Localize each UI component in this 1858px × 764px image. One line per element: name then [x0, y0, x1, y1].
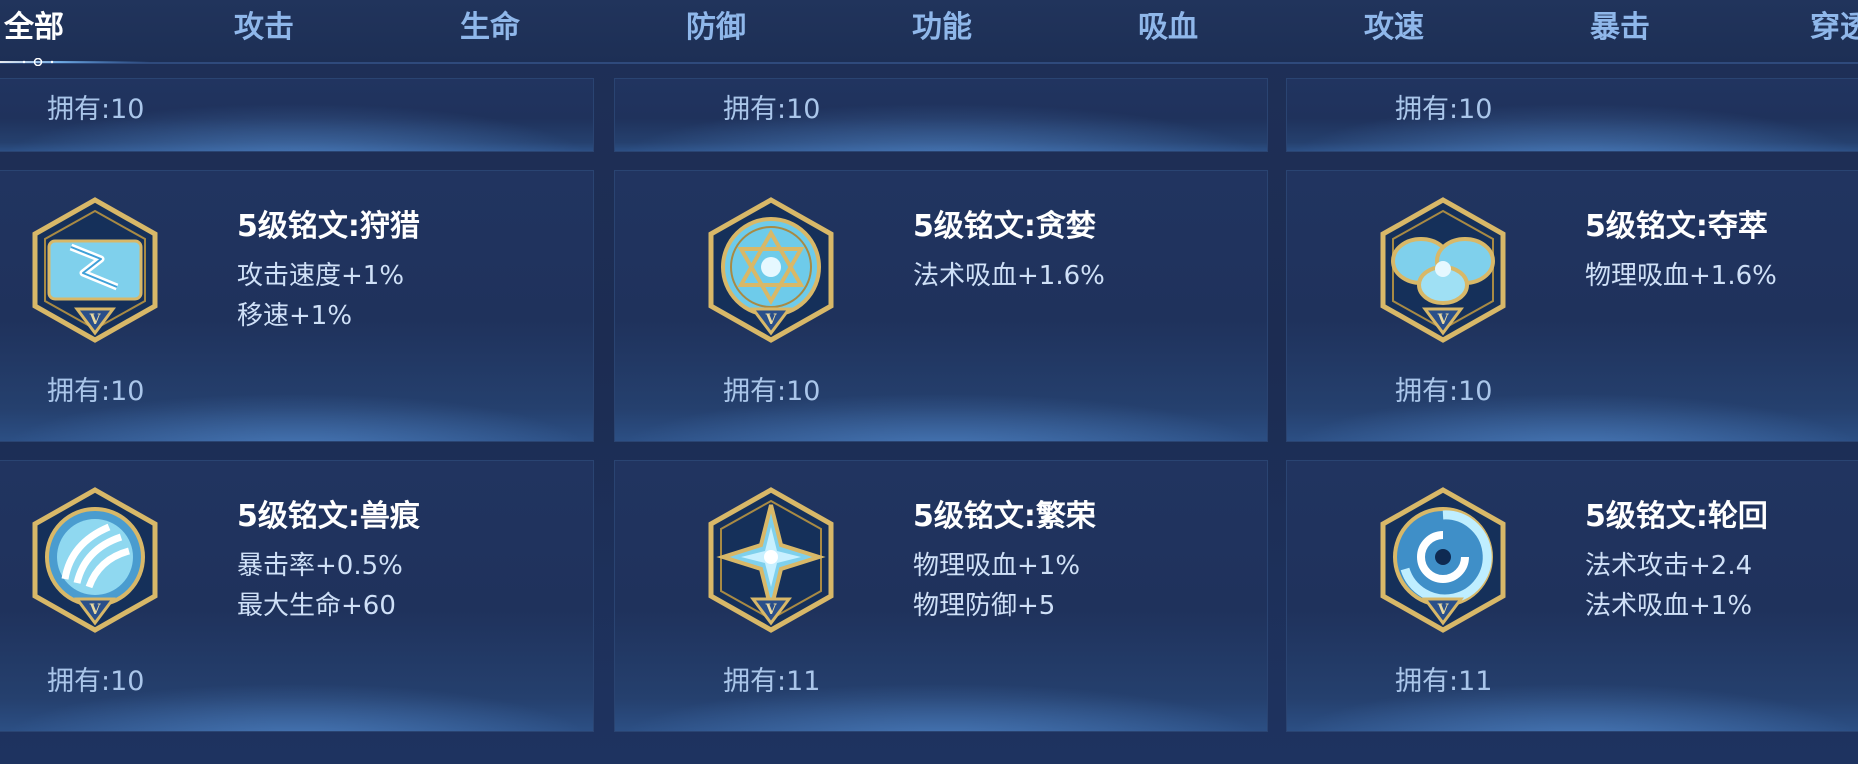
owned-count: 拥有:10 [723, 94, 821, 125]
inscription-title: 5级铭文:狩猎 [237, 209, 420, 244]
inscription-title: 5级铭文:兽痕 [237, 499, 420, 534]
owned-count: 拥有:11 [723, 666, 821, 697]
svg-text:V: V [765, 312, 778, 328]
owned-count: 拥有:10 [47, 376, 145, 407]
tab-penetration[interactable]: 穿透 [1810, 6, 1858, 50]
inscription-card[interactable]: V 5级铭文:繁荣 物理吸血+1% 物理防御+5 拥有:11 [614, 460, 1268, 732]
owned-count: 拥有:10 [1395, 94, 1493, 125]
card-glow [1287, 103, 1858, 151]
tab-all[interactable]: 全部 [4, 6, 64, 50]
card-glow [615, 393, 1267, 441]
owned-count: 拥有:10 [47, 666, 145, 697]
claw-rune-icon: V [32, 487, 158, 633]
active-tab-indicator [0, 58, 150, 66]
inscription-title: 5级铭文:轮回 [1585, 499, 1768, 534]
tab-attack-speed[interactable]: 攻速 [1364, 6, 1424, 50]
inscription-stat: 移速+1% [237, 301, 353, 331]
inscription-stat: 最大生命+60 [237, 591, 396, 621]
category-tab-bar: 全部 攻击 生命 防御 功能 吸血 攻速 暴击 穿透 [0, 0, 1858, 66]
inscription-card[interactable]: V 5级铭文:狩猎 攻击速度+1% 移速+1% 拥有:10 [0, 170, 594, 442]
svg-text:V: V [1437, 602, 1450, 618]
owned-count: 拥有:10 [1395, 376, 1493, 407]
inscription-card-partial[interactable]: 拥有:10 [614, 78, 1268, 152]
lightning-rune-icon: V [32, 197, 158, 343]
inscription-title: 5级铭文:繁荣 [913, 499, 1096, 534]
knot-rune-icon: V [1380, 197, 1506, 343]
tab-utility[interactable]: 功能 [912, 6, 972, 50]
tab-health[interactable]: 生命 [460, 6, 520, 50]
inscription-card[interactable]: V 5级铭文:轮回 法术攻击+2.4 法术吸血+1% 拥有:11 [1286, 460, 1858, 732]
tab-defense[interactable]: 防御 [686, 6, 746, 50]
owned-count: 拥有:10 [723, 376, 821, 407]
owned-count: 拥有:11 [1395, 666, 1493, 697]
inscription-stat: 物理吸血+1.6% [1585, 261, 1777, 291]
tab-lifesteal[interactable]: 吸血 [1138, 6, 1198, 50]
star-rune-icon: V [708, 487, 834, 633]
svg-text:V: V [1437, 312, 1450, 328]
inscription-stat: 物理防御+5 [913, 591, 1056, 621]
inscription-card-partial[interactable]: 拥有:10 [1286, 78, 1858, 152]
inscription-stat: 法术攻击+2.4 [1585, 551, 1753, 581]
svg-text:V: V [89, 602, 102, 618]
inscription-title: 5级铭文:夺萃 [1585, 209, 1768, 244]
inscription-stat: 暴击率+0.5% [237, 551, 403, 581]
inscription-card[interactable]: V 5级铭文:贪婪 法术吸血+1.6% 拥有:10 [614, 170, 1268, 442]
inscription-screen: 全部 攻击 生命 防御 功能 吸血 攻速 暴击 穿透 拥有:10 拥有:10 拥… [0, 0, 1858, 764]
svg-text:V: V [765, 602, 778, 618]
inscription-stat: 物理吸血+1% [913, 551, 1081, 581]
tab-critical[interactable]: 暴击 [1590, 6, 1650, 50]
hexagram-rune-icon: V [708, 197, 834, 343]
card-glow [615, 103, 1267, 151]
swirl-rune-icon: V [1380, 487, 1506, 633]
owned-count: 拥有:10 [47, 94, 145, 125]
card-glow [1287, 683, 1858, 731]
inscription-stat: 法术吸血+1% [1585, 591, 1753, 621]
inscription-stat: 法术吸血+1.6% [913, 261, 1105, 291]
card-glow [615, 683, 1267, 731]
inscription-stat: 攻击速度+1% [237, 261, 405, 291]
inscription-title: 5级铭文:贪婪 [913, 209, 1096, 244]
tab-attack[interactable]: 攻击 [234, 6, 294, 50]
inscription-card[interactable]: V 5级铭文:夺萃 物理吸血+1.6% 拥有:10 [1286, 170, 1858, 442]
inscription-card[interactable]: V 5级铭文:兽痕 暴击率+0.5% 最大生命+60 拥有:10 [0, 460, 594, 732]
svg-text:V: V [89, 312, 102, 328]
card-glow [1287, 393, 1858, 441]
inscription-card-partial[interactable]: 拥有:10 [0, 78, 594, 152]
